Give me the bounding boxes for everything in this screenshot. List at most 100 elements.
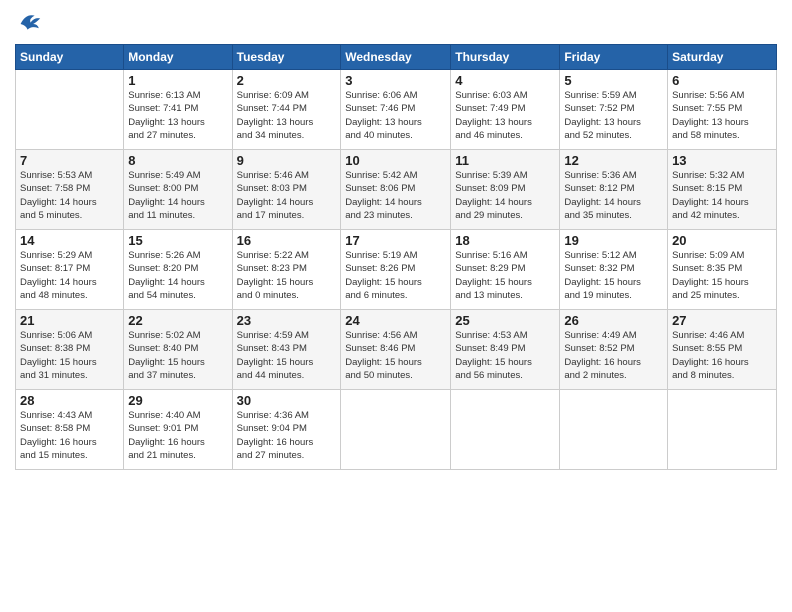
day-number: 25 — [455, 313, 555, 328]
day-info: Sunrise: 5:02 AM Sunset: 8:40 PM Dayligh… — [128, 329, 227, 382]
day-number: 24 — [345, 313, 446, 328]
calendar-cell: 12Sunrise: 5:36 AM Sunset: 8:12 PM Dayli… — [560, 150, 668, 230]
day-info: Sunrise: 5:42 AM Sunset: 8:06 PM Dayligh… — [345, 169, 446, 222]
calendar-cell: 16Sunrise: 5:22 AM Sunset: 8:23 PM Dayli… — [232, 230, 341, 310]
day-info: Sunrise: 4:43 AM Sunset: 8:58 PM Dayligh… — [20, 409, 119, 462]
day-info: Sunrise: 5:53 AM Sunset: 7:58 PM Dayligh… — [20, 169, 119, 222]
day-number: 18 — [455, 233, 555, 248]
day-number: 19 — [564, 233, 663, 248]
day-info: Sunrise: 5:26 AM Sunset: 8:20 PM Dayligh… — [128, 249, 227, 302]
weekday-header-sunday: Sunday — [16, 45, 124, 70]
day-number: 6 — [672, 73, 772, 88]
calendar-cell: 8Sunrise: 5:49 AM Sunset: 8:00 PM Daylig… — [124, 150, 232, 230]
weekday-header-tuesday: Tuesday — [232, 45, 341, 70]
calendar-week-4: 21Sunrise: 5:06 AM Sunset: 8:38 PM Dayli… — [16, 310, 777, 390]
calendar-cell: 23Sunrise: 4:59 AM Sunset: 8:43 PM Dayli… — [232, 310, 341, 390]
day-info: Sunrise: 5:29 AM Sunset: 8:17 PM Dayligh… — [20, 249, 119, 302]
calendar-cell: 4Sunrise: 6:03 AM Sunset: 7:49 PM Daylig… — [451, 70, 560, 150]
calendar-week-3: 14Sunrise: 5:29 AM Sunset: 8:17 PM Dayli… — [16, 230, 777, 310]
calendar-cell: 3Sunrise: 6:06 AM Sunset: 7:46 PM Daylig… — [341, 70, 451, 150]
day-info: Sunrise: 5:12 AM Sunset: 8:32 PM Dayligh… — [564, 249, 663, 302]
day-number: 4 — [455, 73, 555, 88]
day-info: Sunrise: 5:59 AM Sunset: 7:52 PM Dayligh… — [564, 89, 663, 142]
calendar-cell: 1Sunrise: 6:13 AM Sunset: 7:41 PM Daylig… — [124, 70, 232, 150]
calendar-cell: 21Sunrise: 5:06 AM Sunset: 8:38 PM Dayli… — [16, 310, 124, 390]
day-number: 7 — [20, 153, 119, 168]
day-number: 8 — [128, 153, 227, 168]
calendar-cell: 15Sunrise: 5:26 AM Sunset: 8:20 PM Dayli… — [124, 230, 232, 310]
calendar-cell: 13Sunrise: 5:32 AM Sunset: 8:15 PM Dayli… — [668, 150, 777, 230]
day-info: Sunrise: 4:49 AM Sunset: 8:52 PM Dayligh… — [564, 329, 663, 382]
day-info: Sunrise: 6:13 AM Sunset: 7:41 PM Dayligh… — [128, 89, 227, 142]
day-info: Sunrise: 5:36 AM Sunset: 8:12 PM Dayligh… — [564, 169, 663, 222]
calendar-cell: 6Sunrise: 5:56 AM Sunset: 7:55 PM Daylig… — [668, 70, 777, 150]
day-info: Sunrise: 5:06 AM Sunset: 8:38 PM Dayligh… — [20, 329, 119, 382]
day-number: 29 — [128, 393, 227, 408]
header — [15, 10, 777, 38]
calendar-cell: 11Sunrise: 5:39 AM Sunset: 8:09 PM Dayli… — [451, 150, 560, 230]
day-info: Sunrise: 5:22 AM Sunset: 8:23 PM Dayligh… — [237, 249, 337, 302]
calendar-cell — [451, 390, 560, 470]
calendar-body: 1Sunrise: 6:13 AM Sunset: 7:41 PM Daylig… — [16, 70, 777, 470]
calendar-cell: 7Sunrise: 5:53 AM Sunset: 7:58 PM Daylig… — [16, 150, 124, 230]
weekday-header-friday: Friday — [560, 45, 668, 70]
day-number: 1 — [128, 73, 227, 88]
calendar-cell: 18Sunrise: 5:16 AM Sunset: 8:29 PM Dayli… — [451, 230, 560, 310]
calendar-cell: 20Sunrise: 5:09 AM Sunset: 8:35 PM Dayli… — [668, 230, 777, 310]
logo — [15, 10, 47, 38]
weekday-header-row: SundayMondayTuesdayWednesdayThursdayFrid… — [16, 45, 777, 70]
calendar-cell: 9Sunrise: 5:46 AM Sunset: 8:03 PM Daylig… — [232, 150, 341, 230]
day-info: Sunrise: 4:36 AM Sunset: 9:04 PM Dayligh… — [237, 409, 337, 462]
day-number: 13 — [672, 153, 772, 168]
day-number: 15 — [128, 233, 227, 248]
day-number: 2 — [237, 73, 337, 88]
day-number: 9 — [237, 153, 337, 168]
logo-icon — [15, 10, 43, 38]
day-number: 30 — [237, 393, 337, 408]
day-info: Sunrise: 4:53 AM Sunset: 8:49 PM Dayligh… — [455, 329, 555, 382]
calendar-cell — [668, 390, 777, 470]
calendar-table: SundayMondayTuesdayWednesdayThursdayFrid… — [15, 44, 777, 470]
day-number: 10 — [345, 153, 446, 168]
weekday-header-wednesday: Wednesday — [341, 45, 451, 70]
calendar-cell — [560, 390, 668, 470]
day-number: 5 — [564, 73, 663, 88]
day-number: 17 — [345, 233, 446, 248]
day-info: Sunrise: 5:16 AM Sunset: 8:29 PM Dayligh… — [455, 249, 555, 302]
calendar-cell: 2Sunrise: 6:09 AM Sunset: 7:44 PM Daylig… — [232, 70, 341, 150]
day-info: Sunrise: 6:09 AM Sunset: 7:44 PM Dayligh… — [237, 89, 337, 142]
weekday-header-monday: Monday — [124, 45, 232, 70]
day-info: Sunrise: 4:40 AM Sunset: 9:01 PM Dayligh… — [128, 409, 227, 462]
calendar-cell: 29Sunrise: 4:40 AM Sunset: 9:01 PM Dayli… — [124, 390, 232, 470]
weekday-header-saturday: Saturday — [668, 45, 777, 70]
calendar-week-2: 7Sunrise: 5:53 AM Sunset: 7:58 PM Daylig… — [16, 150, 777, 230]
calendar-cell: 10Sunrise: 5:42 AM Sunset: 8:06 PM Dayli… — [341, 150, 451, 230]
day-info: Sunrise: 5:09 AM Sunset: 8:35 PM Dayligh… — [672, 249, 772, 302]
calendar-cell: 17Sunrise: 5:19 AM Sunset: 8:26 PM Dayli… — [341, 230, 451, 310]
day-number: 16 — [237, 233, 337, 248]
calendar-cell: 25Sunrise: 4:53 AM Sunset: 8:49 PM Dayli… — [451, 310, 560, 390]
day-info: Sunrise: 5:56 AM Sunset: 7:55 PM Dayligh… — [672, 89, 772, 142]
calendar-cell: 19Sunrise: 5:12 AM Sunset: 8:32 PM Dayli… — [560, 230, 668, 310]
day-number: 28 — [20, 393, 119, 408]
calendar-cell: 28Sunrise: 4:43 AM Sunset: 8:58 PM Dayli… — [16, 390, 124, 470]
calendar-cell: 30Sunrise: 4:36 AM Sunset: 9:04 PM Dayli… — [232, 390, 341, 470]
day-number: 11 — [455, 153, 555, 168]
day-number: 26 — [564, 313, 663, 328]
calendar-cell — [16, 70, 124, 150]
calendar-cell — [341, 390, 451, 470]
calendar-cell: 5Sunrise: 5:59 AM Sunset: 7:52 PM Daylig… — [560, 70, 668, 150]
calendar-cell: 14Sunrise: 5:29 AM Sunset: 8:17 PM Dayli… — [16, 230, 124, 310]
day-number: 20 — [672, 233, 772, 248]
calendar-cell: 24Sunrise: 4:56 AM Sunset: 8:46 PM Dayli… — [341, 310, 451, 390]
day-number: 12 — [564, 153, 663, 168]
day-info: Sunrise: 5:39 AM Sunset: 8:09 PM Dayligh… — [455, 169, 555, 222]
day-info: Sunrise: 4:59 AM Sunset: 8:43 PM Dayligh… — [237, 329, 337, 382]
day-number: 21 — [20, 313, 119, 328]
weekday-header-thursday: Thursday — [451, 45, 560, 70]
day-info: Sunrise: 5:49 AM Sunset: 8:00 PM Dayligh… — [128, 169, 227, 222]
calendar-cell: 26Sunrise: 4:49 AM Sunset: 8:52 PM Dayli… — [560, 310, 668, 390]
calendar-cell: 27Sunrise: 4:46 AM Sunset: 8:55 PM Dayli… — [668, 310, 777, 390]
day-number: 3 — [345, 73, 446, 88]
page-container: SundayMondayTuesdayWednesdayThursdayFrid… — [0, 0, 792, 475]
